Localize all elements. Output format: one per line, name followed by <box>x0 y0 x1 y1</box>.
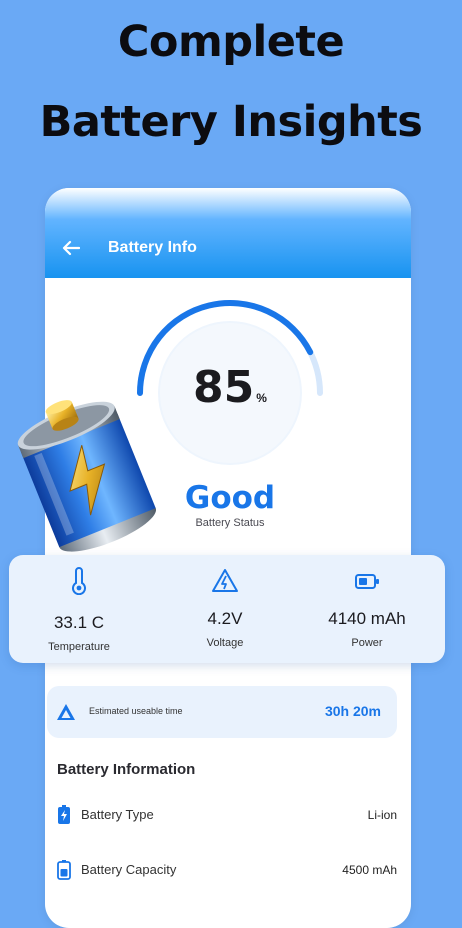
battery-percentage: 85% <box>178 362 282 413</box>
power-label: Power <box>351 637 383 649</box>
power-value: 4140 mAh <box>328 609 406 628</box>
thermometer-icon <box>72 567 86 595</box>
battery-capacity-row: Battery Capacity 4500 mAh <box>57 858 397 884</box>
battery-capacity-label: Battery Capacity <box>81 862 177 877</box>
battery-illustration <box>17 400 157 552</box>
battery-status-caption: Battery Status <box>195 517 265 529</box>
battery-capacity-value: 4500 mAh <box>342 863 397 877</box>
headline-line-1: Complete <box>117 17 345 67</box>
arrow-left-icon[interactable] <box>62 240 80 256</box>
battery-type-row: Battery Type Li-ion <box>57 803 397 829</box>
headline-line-2: Battery Insights <box>39 97 423 147</box>
estimated-time-value: 30h 20m <box>324 703 381 719</box>
battery-stats-card: 33.1 C Temperature 4.2V Voltage 4140 mAh… <box>9 555 445 663</box>
battery-icon <box>355 574 379 589</box>
temperature-stat: 33.1 C Temperature <box>9 555 149 663</box>
temperature-value: 33.1 C <box>53 613 105 632</box>
battery-information-title: Battery Information <box>57 761 196 778</box>
page-title: Battery Info <box>108 239 197 256</box>
battery-icon <box>57 860 71 880</box>
warning-triangle-icon <box>212 569 238 592</box>
voltage-value: 4.2V <box>207 609 243 628</box>
drive-triangle-icon <box>57 704 75 720</box>
battery-charge-icon <box>58 805 70 824</box>
temperature-label: Temperature <box>48 641 110 653</box>
battery-percentage-value: 85 <box>193 362 255 413</box>
battery-status-value: Good <box>184 480 276 516</box>
power-stat: 4140 mAh Power <box>297 555 437 663</box>
battery-type-value: Li-ion <box>367 808 397 822</box>
battery-type-label: Battery Type <box>81 807 154 822</box>
voltage-label: Voltage <box>206 637 244 649</box>
battery-percentage-unit: % <box>256 391 267 405</box>
app-bar: Battery Info <box>45 188 411 278</box>
estimated-time-card: Estimated useable time 30h 20m <box>47 686 397 738</box>
voltage-stat: 4.2V Voltage <box>155 555 295 663</box>
estimated-time-label: Estimated useable time <box>89 706 183 716</box>
